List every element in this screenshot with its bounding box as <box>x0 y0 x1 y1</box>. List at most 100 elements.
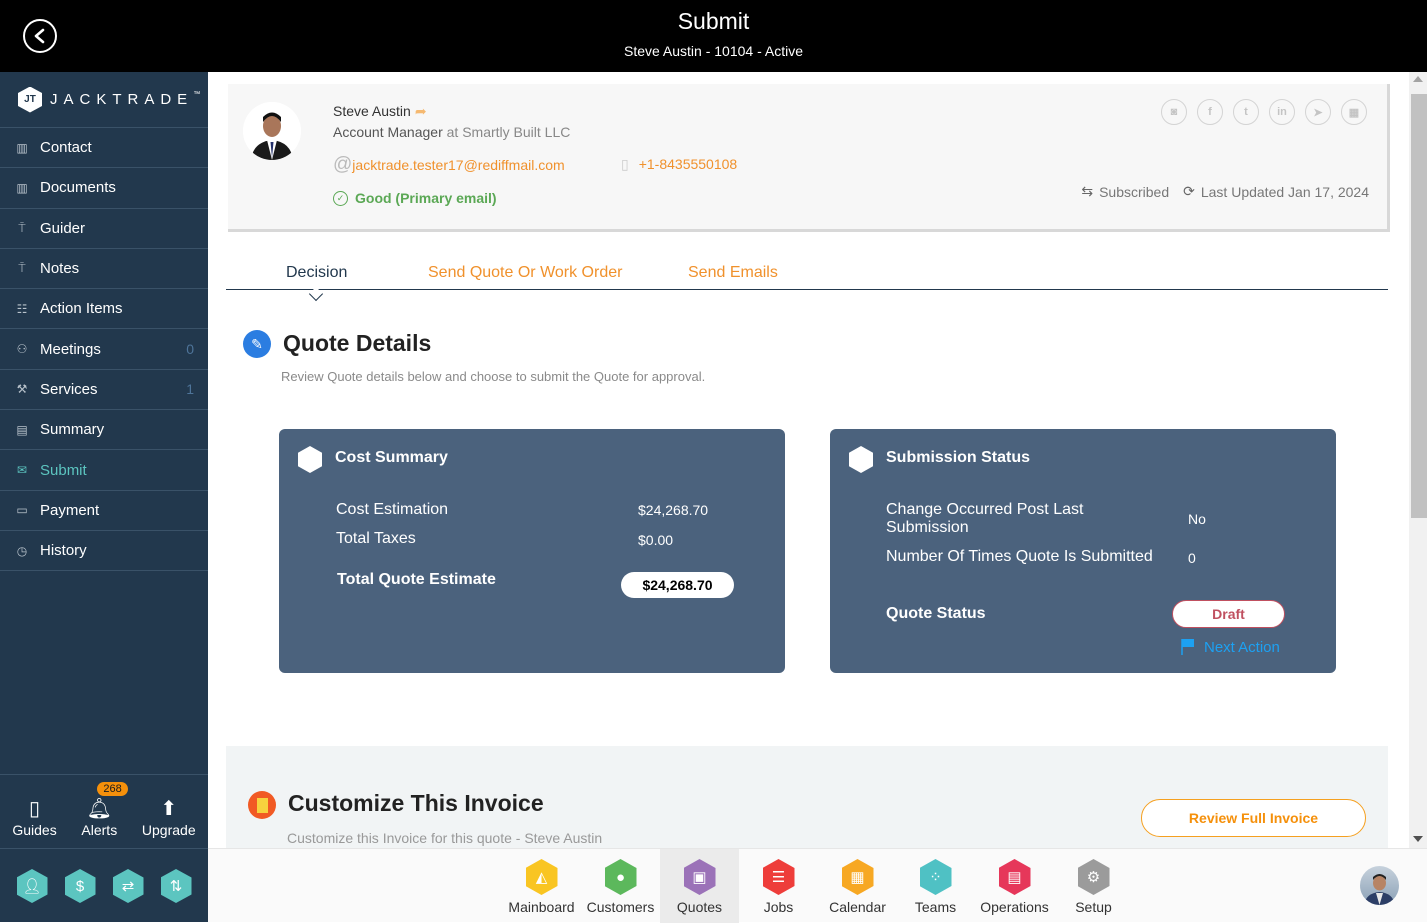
contact-name: Steve Austin <box>333 103 411 119</box>
sidebar-item-payment[interactable]: ▭ Payment <box>0 491 208 531</box>
review-full-invoice-button[interactable]: Review Full Invoice <box>1141 799 1366 837</box>
services-count: 1 <box>186 381 194 398</box>
contact-profile-card: Steve Austin ➦ Account Manager at Smartly… <box>228 84 1390 232</box>
top-header: Submit Steve Austin - 10104 - Active <box>0 0 1427 72</box>
customize-invoice-section: Customize This Invoice Customize this In… <box>226 746 1388 848</box>
customize-invoice-subtitle: Customize this Invoice for this quote - … <box>287 830 603 846</box>
sidebar-item-meetings[interactable]: ⚇ Meetings 0 <box>0 329 208 370</box>
sidebar-item-services[interactable]: ⚒ Services 1 <box>0 370 208 411</box>
arrow-up-icon: ⬆ <box>160 798 178 820</box>
nav-customers[interactable]: ● Customers <box>581 849 660 923</box>
calendar-icon: ▦ <box>841 859 874 895</box>
history-list-icon: ◷ <box>16 543 28 558</box>
submission-status-card: Submission Status Change Occurred Post L… <box>830 429 1336 673</box>
apps-icon[interactable]: ▦ <box>1341 99 1367 125</box>
logo-mark-icon: JT <box>18 86 42 113</box>
tab-send-quote-or-work-order[interactable]: Send Quote Or Work Order <box>428 264 622 282</box>
customer-icon: ● <box>604 859 637 895</box>
jacktrade-logo[interactable]: JT JACKTRADE™ <box>0 72 208 128</box>
linkedin-icon[interactable]: in <box>1269 99 1295 125</box>
scrollbar-thumb[interactable] <box>1411 94 1427 518</box>
hexagon-icon <box>298 446 322 473</box>
quote-status-badge[interactable]: Draft <box>1172 600 1285 628</box>
cost-summary-card: Cost Summary Cost Estimation $24,268.70 … <box>279 429 785 673</box>
send-envelope-icon: ✉ <box>16 463 28 478</box>
sidebar-item-submit[interactable]: ✉ Submit <box>0 450 208 491</box>
total-taxes-label: Total Taxes <box>336 530 416 547</box>
guides-button[interactable]: ▯ Guides <box>12 796 56 838</box>
page-subtitle: Steve Austin - 10104 - Active <box>624 43 803 59</box>
contact-email-link[interactable]: jacktrade.tester17@rediffmail.com <box>352 157 564 173</box>
facebook-icon[interactable]: f <box>1197 99 1223 125</box>
nav-jobs[interactable]: ☰ Jobs <box>739 849 818 923</box>
sidebar-item-documents[interactable]: ▥ Documents <box>0 168 208 209</box>
contact-avatar <box>243 102 301 160</box>
briefcase-icon: ▤ <box>998 859 1031 895</box>
telegram-icon[interactable]: ➤ <box>1305 99 1331 125</box>
contact-company: Smartly Built LLC <box>462 124 571 140</box>
contact-phone-link[interactable]: +1-8435550108 <box>639 156 738 172</box>
workflow-icon[interactable]: ⇅ <box>160 869 192 903</box>
quick-actions: 👤︎ $ ⇄ ⇅ <box>0 849 208 903</box>
times-submitted-value: 0 <box>1188 550 1196 566</box>
sidebar-item-action-items[interactable]: ☷ Action Items <box>0 289 208 330</box>
sidebar-item-history[interactable]: ◷ History <box>0 531 208 572</box>
email-status: Good (Primary email) <box>355 190 497 206</box>
alerts-button[interactable]: 🔔︎ 268 Alerts <box>81 782 128 838</box>
upgrade-button[interactable]: ⬆ Upgrade <box>142 796 196 838</box>
meetings-count: 0 <box>186 341 194 358</box>
contact-role: Account Manager <box>333 124 443 140</box>
customize-invoice-title: Customize This Invoice <box>288 790 544 816</box>
signpost-icon: ⍑ <box>18 261 26 276</box>
tab-decision[interactable]: Decision <box>286 264 347 282</box>
address-book-icon: ▥ <box>16 140 28 155</box>
logo-text: JACKTRADE <box>50 91 194 108</box>
next-action-link[interactable]: Next Action <box>1180 638 1280 656</box>
document-pages-icon: ▤ <box>16 422 28 437</box>
quote-details-subtitle: Review Quote details below and choose to… <box>281 369 706 384</box>
change-occurred-value: No <box>1188 511 1206 527</box>
jobs-list-icon: ☰ <box>762 859 795 895</box>
nav-mainboard[interactable]: ◭ Mainboard <box>502 849 581 923</box>
nav-operations[interactable]: ▤ Operations <box>975 849 1054 923</box>
main-content: Steve Austin ➦ Account Manager at Smartly… <box>208 72 1409 848</box>
worker-icon: ⚒ <box>16 382 28 397</box>
sidebar-tools: ▯ Guides 🔔︎ 268 Alerts ⬆ Upgrade <box>0 774 208 849</box>
nav-quotes[interactable]: ▣ Quotes <box>660 849 739 923</box>
sidebar-item-guider[interactable]: ⍑ Guider <box>0 209 208 249</box>
quote-details-title: Quote Details <box>283 330 432 356</box>
page-title: Submit <box>677 8 750 34</box>
submit-tabs: Decision Send Quote Or Work Order Send E… <box>226 258 1388 302</box>
social-links: ◙ f t in ➤ ▦ <box>1161 99 1367 125</box>
cost-estimation-label: Cost Estimation <box>336 501 449 518</box>
user-avatar[interactable] <box>1360 866 1399 905</box>
nav-calendar[interactable]: ▦ Calendar <box>818 849 897 923</box>
bell-icon: 🔔︎ <box>86 798 112 820</box>
subscription-status: Subscribed <box>1099 183 1170 200</box>
cost-estimation-value: $24,268.70 <box>638 502 709 518</box>
sidebar-item-contact[interactable]: ▥ Contact <box>0 128 208 169</box>
instagram-icon[interactable]: ◙ <box>1161 99 1187 125</box>
nav-teams[interactable]: ⁘ Teams <box>896 849 975 923</box>
credit-card-icon: ▭ <box>16 503 28 518</box>
people-meeting-icon: ⚇ <box>16 342 28 357</box>
twitter-icon[interactable]: t <box>1233 99 1259 125</box>
sidebar-item-summary[interactable]: ▤ Summary <box>0 410 208 451</box>
quotes-icon: ▣ <box>683 859 716 895</box>
scroll-down-arrow-icon[interactable] <box>1413 836 1423 842</box>
quote-edit-icon: ✎ <box>243 330 271 358</box>
sidebar-item-notes[interactable]: ⍑ Notes <box>0 249 208 290</box>
book-icon: ▯ <box>29 798 41 820</box>
total-taxes-value: $0.00 <box>638 532 674 548</box>
quote-status-label: Quote Status <box>886 605 986 622</box>
nav-setup[interactable]: ⚙ Setup <box>1054 849 1133 923</box>
dollar-icon[interactable]: $ <box>64 869 96 903</box>
money-transfer-icon[interactable]: ⇄ <box>112 869 144 903</box>
refresh-icon[interactable]: ⟳ <box>1183 183 1195 200</box>
scroll-up-arrow-icon[interactable] <box>1413 76 1423 82</box>
flag-icon <box>1181 639 1194 655</box>
share-arrow-icon[interactable]: ➦ <box>415 103 427 119</box>
main-scrollbar[interactable] <box>1409 72 1427 848</box>
user-icon[interactable]: 👤︎ <box>16 869 48 903</box>
tab-send-emails[interactable]: Send Emails <box>688 264 778 282</box>
